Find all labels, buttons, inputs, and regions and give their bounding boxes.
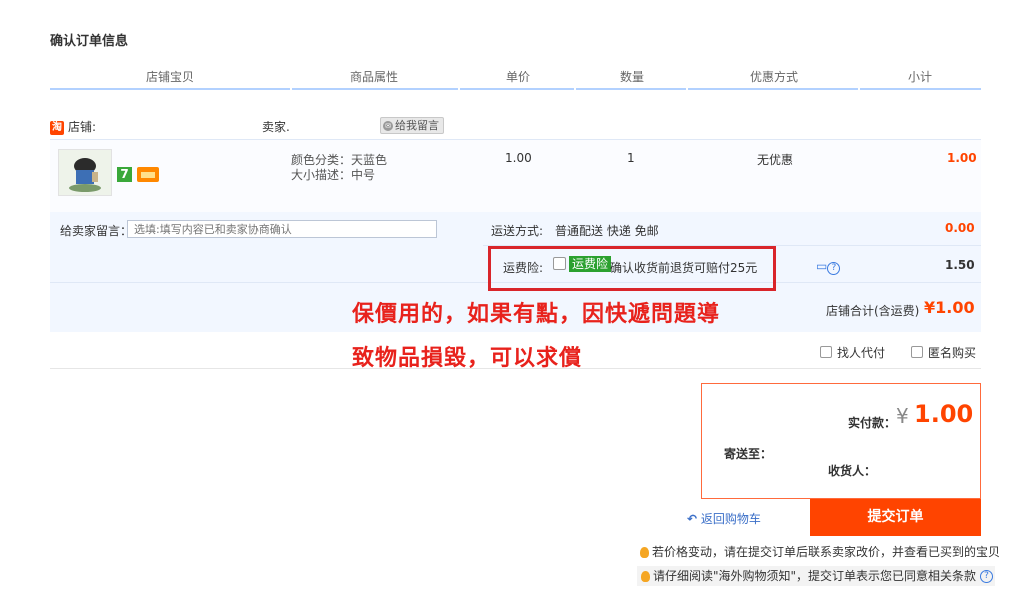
- payment-label: 实付款：: [848, 416, 897, 430]
- credit-card-badge-icon: [137, 167, 159, 182]
- tip-read-notice: 请仔细阅读"海外购物须知"，提交订单表示您已同意相关条款?: [637, 566, 996, 586]
- item-subtotal: 1.00: [947, 151, 977, 165]
- shipping-label: 运送方式:: [491, 224, 544, 238]
- lightbulb-icon: [640, 547, 649, 558]
- annotation-highlight-box: [488, 246, 776, 291]
- seller-label[interactable]: 卖家.: [262, 118, 290, 135]
- proxy-pay-checkbox[interactable]: [820, 346, 832, 358]
- note-label: 给卖家留言：: [60, 224, 133, 238]
- header-underline: [860, 88, 981, 90]
- seven-day-return-badge-icon: 7: [117, 167, 132, 182]
- back-to-cart-link[interactable]: ↶ 返回购物车: [687, 510, 761, 527]
- product-image-icon: [59, 150, 111, 195]
- receiver-label: 收货人：: [828, 464, 877, 478]
- ship-to-label: 寄送至：: [724, 447, 773, 461]
- lightbulb-icon: [641, 571, 650, 582]
- column-header-discount: 优惠方式: [749, 70, 798, 84]
- shipping-price: 0.00: [945, 221, 975, 235]
- unit-price: 1.00: [505, 151, 532, 165]
- shipping-method: 普通配送 快递 免邮: [555, 224, 659, 238]
- discount-method: 无优惠: [757, 153, 794, 167]
- header-underline: [460, 88, 574, 90]
- page-title: 确认订单信息: [50, 34, 129, 49]
- question-icon[interactable]: ?: [827, 262, 841, 275]
- seller-note-input[interactable]: [127, 220, 437, 238]
- divider: [50, 368, 981, 369]
- column-header-item: 店铺宝贝: [145, 70, 194, 84]
- payment-amount: 1.00: [914, 400, 974, 428]
- taobao-shop-icon: 淘: [50, 120, 64, 135]
- tip-price-change: 若价格变动，请在提交订单后联系卖家改价，并查看已买到的宝贝: [640, 543, 1000, 560]
- back-to-cart-label: 返回购物车: [700, 512, 761, 526]
- question-icon[interactable]: ?: [980, 570, 994, 583]
- column-header-subtotal: 小计: [907, 70, 932, 84]
- annotation-line-1: 保價用的，如果有點，因快遞問題導: [352, 302, 721, 327]
- tip-read-notice-text[interactable]: 请仔细阅读"海外购物须知"，提交订单表示您已同意相关条款: [653, 569, 976, 583]
- message-seller-label: 给我留言: [395, 119, 439, 132]
- column-header-unit-price: 单价: [505, 70, 530, 84]
- column-header-attributes: 商品属性: [349, 70, 398, 84]
- shop-total-label: 店铺合计(含运费): [826, 304, 920, 318]
- header-underline: [576, 88, 686, 90]
- quantity: 1: [627, 151, 635, 165]
- header-underline: [688, 88, 858, 90]
- chat-icon: ✉: [383, 121, 393, 131]
- submit-order-button[interactable]: 提交订单: [810, 499, 981, 536]
- order-item-row: [50, 139, 981, 212]
- message-seller-button[interactable]: ✉ 给我留言: [380, 117, 444, 134]
- back-arrow-icon: ↶: [687, 512, 698, 526]
- shop-row: 淘店铺:: [50, 118, 96, 135]
- insurance-help[interactable]: ▭?: [816, 259, 841, 275]
- comment-icon[interactable]: ▭: [816, 259, 827, 273]
- anonymous-checkbox[interactable]: [911, 346, 923, 358]
- anonymous-label[interactable]: 匿名购买: [928, 344, 976, 361]
- header-underline: [50, 88, 290, 90]
- header-underline: [292, 88, 458, 90]
- attribute-size: 大小描述：中号: [291, 168, 376, 182]
- shop-total-value: ¥1.00: [924, 298, 975, 317]
- insurance-price: 1.50: [945, 258, 975, 272]
- tip-price-change-text: 若价格变动，请在提交订单后联系卖家改价，并查看已买到的宝贝: [652, 545, 1001, 559]
- product-thumbnail[interactable]: [58, 149, 112, 196]
- column-header-quantity: 数量: [619, 70, 644, 84]
- proxy-pay-label[interactable]: 找人代付: [837, 344, 885, 361]
- payment-currency: ¥: [896, 404, 909, 428]
- shop-label[interactable]: 店铺:: [68, 120, 96, 134]
